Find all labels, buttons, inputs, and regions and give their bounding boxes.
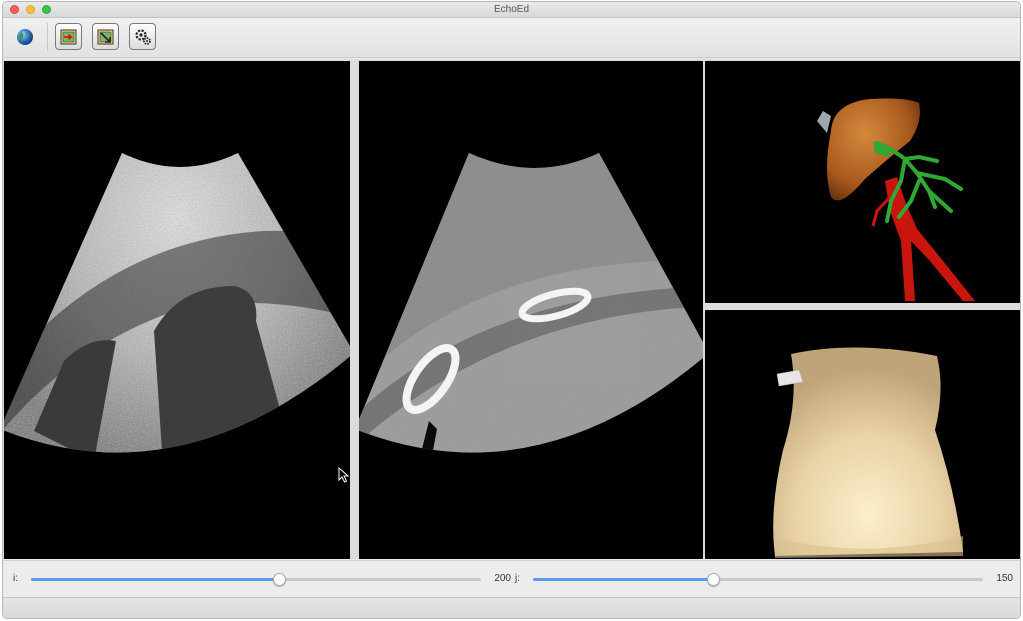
window-title: EchoEd [493, 4, 530, 15]
slider-j-label: j: [515, 573, 520, 584]
app-window: EchoEd i: 200 j: 150 [2, 1, 1021, 619]
toolbar-separator [47, 23, 48, 51]
title-bar[interactable]: EchoEd [3, 2, 1020, 18]
body-3d-view[interactable] [705, 310, 1020, 559]
ct-image [359, 153, 703, 453]
globe-button[interactable] [11, 23, 38, 50]
mouse-cursor-icon [338, 467, 350, 483]
slider-i-label: i: [13, 573, 18, 584]
export-icon [97, 29, 113, 44]
open-file-icon [60, 29, 76, 44]
open-button[interactable] [55, 23, 82, 50]
slider-i-fill [31, 578, 279, 581]
liver-vessels-3d [817, 98, 975, 301]
slider-i-value: 200 [494, 573, 511, 584]
slider-j-fill [533, 578, 713, 581]
globe-icon [16, 28, 33, 45]
vessel-3d-view[interactable] [705, 61, 1020, 303]
export-button[interactable] [92, 23, 119, 50]
slider-j-track[interactable] [533, 573, 983, 586]
toolbar [3, 18, 1020, 58]
ultrasound-view[interactable] [4, 61, 350, 559]
slider-i-track[interactable] [31, 573, 481, 586]
viewport-area [3, 59, 1020, 559]
slider-i-thumb[interactable] [272, 573, 286, 586]
slider-j-thumb[interactable] [707, 573, 720, 586]
settings-button[interactable] [129, 23, 156, 50]
ultrasound-image [4, 153, 350, 453]
torso-3d-model [773, 347, 963, 558]
slice-slider-bar: i: 200 j: 150 [3, 560, 1020, 596]
gear-icon [134, 28, 151, 45]
ct-view[interactable] [359, 61, 703, 559]
status-bar [3, 597, 1020, 618]
slider-j-value: 150 [996, 573, 1013, 584]
